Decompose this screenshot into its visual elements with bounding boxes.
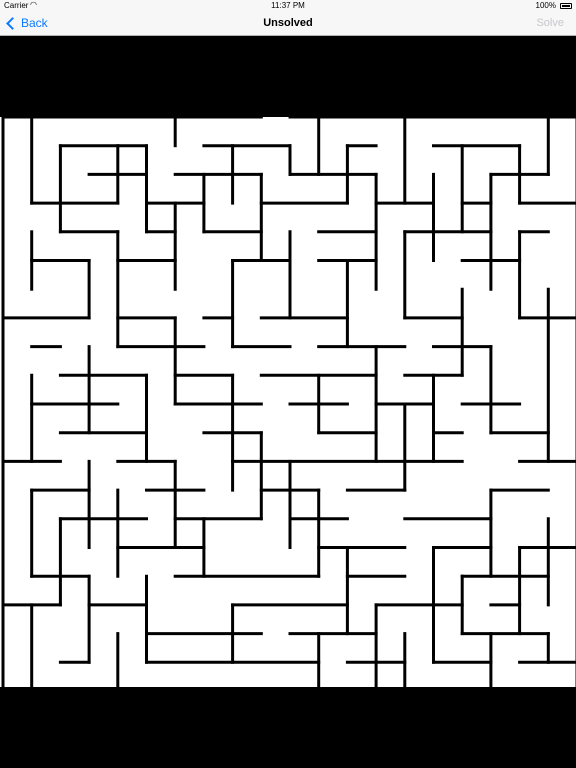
navigation-bar: Back Unsolved Solve [0,12,576,36]
page-title: Unsolved [263,17,313,29]
status-bar: Carrier ◠ 11:37 PM 100% [0,0,576,12]
maze-board[interactable] [0,117,576,687]
battery-percent: 100% [535,1,556,10]
battery-icon [560,3,572,9]
status-time: 11:37 PM [271,1,305,10]
solve-button[interactable]: Solve [536,17,564,29]
